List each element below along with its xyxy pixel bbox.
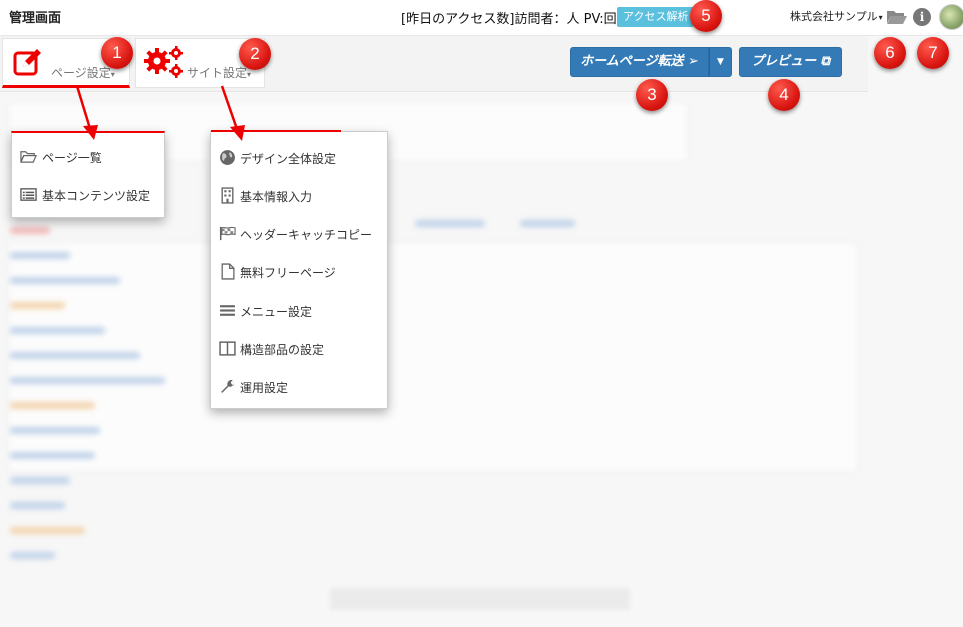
homepage-transfer-button[interactable]: ホームページ転送 ➢	[570, 47, 709, 77]
active-indicator	[211, 130, 341, 132]
caret-down-icon: ▼	[717, 57, 724, 67]
access-stats: [昨日のアクセス数]訪問者：人 PV:回	[401, 12, 617, 27]
marker-3: 3	[636, 79, 668, 111]
page-settings-label: ページ設定	[51, 66, 111, 80]
file-icon	[221, 263, 235, 280]
columns-icon	[219, 341, 236, 356]
menu-item-label: 基本コンテンツ設定	[42, 189, 151, 203]
menu-item-menu-settings[interactable]: メニュー設定	[211, 299, 387, 323]
menu-item-structure-parts[interactable]: 構造部品の設定	[211, 337, 387, 361]
edit-icon	[13, 49, 41, 76]
site-settings-dropdown: デザイン全体設定 基本情報入力 ヘッダーキャッチコピー 無料フリーページ メニュ…	[210, 130, 388, 409]
bars-icon	[220, 305, 235, 316]
flag-checkered-icon	[219, 226, 236, 241]
info-circle-icon[interactable]: i	[913, 8, 931, 26]
marker-7: 7	[917, 37, 949, 69]
company-menu[interactable]: 株式会社サンプル▾	[790, 8, 883, 24]
menu-item-label: 構造部品の設定	[240, 343, 325, 357]
menu-item-basic-contents[interactable]: 基本コンテンツ設定	[12, 183, 164, 207]
menu-item-page-list[interactable]: ページ一覧	[12, 145, 164, 169]
homepage-transfer-label: ホームページ転送	[580, 54, 684, 69]
site-settings-label: サイト設定	[187, 66, 248, 80]
marker-1: 1	[101, 37, 133, 69]
menu-item-operation-settings[interactable]: 運用設定	[211, 375, 387, 399]
preview-label: プレビュー	[751, 54, 817, 69]
menu-item-label: 運用設定	[240, 381, 289, 395]
top-bar: 管理画面 [昨日のアクセス数]訪問者：人 PV:回 アクセス解析 株式会社サンプ…	[0, 0, 963, 36]
app-title: 管理画面	[9, 11, 62, 26]
footer-blur	[330, 588, 630, 610]
gears-icon	[144, 46, 183, 78]
company-name: 株式会社サンプル	[790, 10, 878, 23]
marker-5: 5	[690, 0, 722, 32]
external-link-icon: ⧉	[820, 54, 830, 69]
menu-item-label: ヘッダーキャッチコピー	[240, 228, 373, 242]
folder-open-icon[interactable]	[886, 8, 908, 26]
transfer-options-toggle[interactable]: ▼	[709, 47, 732, 77]
building-icon	[221, 187, 234, 204]
page-settings-dropdown: ページ一覧 基本コンテンツ設定	[11, 131, 165, 218]
caret-down-icon: ▾	[110, 70, 115, 79]
access-analysis-button[interactable]: アクセス解析	[617, 7, 695, 27]
menu-item-label: 基本情報入力	[240, 190, 313, 204]
menu-item-design-settings[interactable]: デザイン全体設定	[211, 146, 387, 170]
marker-2: 2	[239, 38, 271, 70]
preview-button[interactable]: プレビュー ⧉	[739, 47, 842, 77]
avatar[interactable]	[939, 4, 963, 30]
menu-item-label: デザイン全体設定	[240, 152, 337, 166]
menu-item-label: 無料フリーページ	[240, 266, 336, 280]
menu-item-label: ページ一覧	[42, 151, 102, 165]
globe-icon	[220, 150, 235, 165]
menu-item-free-page[interactable]: 無料フリーページ	[211, 260, 387, 284]
list-alt-icon	[20, 188, 37, 201]
menu-item-label: メニュー設定	[240, 305, 313, 319]
marker-6: 6	[874, 37, 906, 69]
caret-down-icon: ▾	[247, 70, 252, 79]
wrench-icon	[221, 379, 235, 393]
menu-item-basic-info[interactable]: 基本情報入力	[211, 184, 387, 208]
menu-item-header-catchcopy[interactable]: ヘッダーキャッチコピー	[211, 222, 387, 246]
paper-plane-icon: ➢	[687, 54, 699, 69]
folder-open-icon	[20, 151, 37, 163]
caret-down-icon: ▾	[878, 13, 883, 22]
marker-4: 4	[768, 79, 800, 111]
